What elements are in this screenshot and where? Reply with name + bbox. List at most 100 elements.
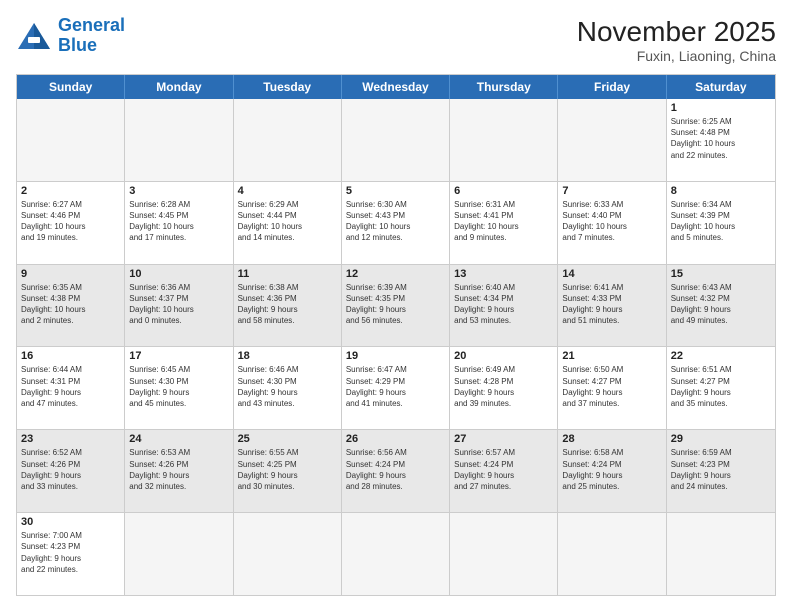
day-number: 1 <box>671 102 771 114</box>
day-number: 19 <box>346 350 445 362</box>
day-info: Sunrise: 6:39 AM Sunset: 4:35 PM Dayligh… <box>346 282 445 327</box>
cal-cell: 15Sunrise: 6:43 AM Sunset: 4:32 PM Dayli… <box>667 265 775 347</box>
cal-cell <box>450 99 558 181</box>
day-number: 20 <box>454 350 553 362</box>
cal-cell <box>558 513 666 595</box>
cal-cell: 25 Sunrise: 6:55 AM Sunset: 4:25 PM Dayli… <box>234 430 342 512</box>
day-number: 14 <box>562 268 661 280</box>
calendar: SundayMondayTuesdayWednesdayThursdayFrid… <box>16 74 776 596</box>
cal-week-2: 9 Sunrise: 6:35 AM Sunset: 4:38 PM Daylig… <box>17 265 775 348</box>
day-number: 16 <box>21 350 120 362</box>
cal-cell: 16 Sunrise: 6:44 AM Sunset: 4:31 PM Dayli… <box>17 347 125 429</box>
cal-cell: 20Sunrise: 6:49 AM Sunset: 4:28 PM Dayli… <box>450 347 558 429</box>
day-info: Sunrise: 6:44 AM Sunset: 4:31 PM Dayligh… <box>21 364 120 409</box>
day-info: Sunrise: 6:47 AM Sunset: 4:29 PM Dayligh… <box>346 364 445 409</box>
logo-icon <box>16 21 52 51</box>
cal-cell: 5 Sunrise: 6:30 AM Sunset: 4:43 PM Daylig… <box>342 182 450 264</box>
cal-week-3: 16 Sunrise: 6:44 AM Sunset: 4:31 PM Dayli… <box>17 347 775 430</box>
day-number: 2 <box>21 185 120 197</box>
cal-cell <box>125 99 233 181</box>
day-info: Sunrise: 6:52 AM Sunset: 4:26 PM Dayligh… <box>21 447 120 492</box>
day-number: 9 <box>21 268 120 280</box>
cal-cell: 10 Sunrise: 6:36 AM Sunset: 4:37 PM Dayli… <box>125 265 233 347</box>
day-info: Sunrise: 6:43 AM Sunset: 4:32 PM Dayligh… <box>671 282 771 327</box>
day-info: Sunrise: 6:30 AM Sunset: 4:43 PM Dayligh… <box>346 199 445 244</box>
day-number: 27 <box>454 433 553 445</box>
cal-cell: 28 Sunrise: 6:58 AM Sunset: 4:24 PM Dayli… <box>558 430 666 512</box>
day-info: Sunrise: 6:34 AM Sunset: 4:39 PM Dayligh… <box>671 199 771 244</box>
cal-cell <box>234 99 342 181</box>
day-number: 10 <box>129 268 228 280</box>
day-number: 21 <box>562 350 661 362</box>
cal-cell: 22Sunrise: 6:51 AM Sunset: 4:27 PM Dayli… <box>667 347 775 429</box>
day-info: Sunrise: 6:33 AM Sunset: 4:40 PM Dayligh… <box>562 199 661 244</box>
day-number: 24 <box>129 433 228 445</box>
day-info: Sunrise: 6:58 AM Sunset: 4:24 PM Dayligh… <box>562 447 661 492</box>
day-number: 28 <box>562 433 661 445</box>
header-day-thursday: Thursday <box>450 75 558 99</box>
calendar-body: 1 Sunrise: 6:25 AM Sunset: 4:48 PM Daylig… <box>17 99 775 595</box>
cal-cell: 23 Sunrise: 6:52 AM Sunset: 4:26 PM Dayli… <box>17 430 125 512</box>
day-number: 4 <box>238 185 337 197</box>
calendar-header: SundayMondayTuesdayWednesdayThursdayFrid… <box>17 75 775 99</box>
day-info: Sunrise: 6:41 AM Sunset: 4:33 PM Dayligh… <box>562 282 661 327</box>
cal-week-5: 30 Sunrise: 7:00 AM Sunset: 4:23 PM Dayli… <box>17 513 775 595</box>
cal-cell <box>450 513 558 595</box>
day-number: 7 <box>562 185 661 197</box>
day-info: Sunrise: 6:46 AM Sunset: 4:30 PM Dayligh… <box>238 364 337 409</box>
day-number: 26 <box>346 433 445 445</box>
title-block: November 2025 Fuxin, Liaoning, China <box>577 16 776 64</box>
header-day-monday: Monday <box>125 75 233 99</box>
day-number: 18 <box>238 350 337 362</box>
day-info: Sunrise: 6:31 AM Sunset: 4:41 PM Dayligh… <box>454 199 553 244</box>
day-info: Sunrise: 6:27 AM Sunset: 4:46 PM Dayligh… <box>21 199 120 244</box>
cal-cell <box>125 513 233 595</box>
day-info: Sunrise: 6:35 AM Sunset: 4:38 PM Dayligh… <box>21 282 120 327</box>
logo-blue: Blue <box>58 35 97 55</box>
day-info: Sunrise: 6:28 AM Sunset: 4:45 PM Dayligh… <box>129 199 228 244</box>
cal-cell: 1 Sunrise: 6:25 AM Sunset: 4:48 PM Daylig… <box>667 99 775 181</box>
day-number: 8 <box>671 185 771 197</box>
day-info: Sunrise: 6:55 AM Sunset: 4:25 PM Dayligh… <box>238 447 337 492</box>
cal-cell <box>342 99 450 181</box>
header-day-wednesday: Wednesday <box>342 75 450 99</box>
day-info: Sunrise: 6:40 AM Sunset: 4:34 PM Dayligh… <box>454 282 553 327</box>
cal-cell: 13Sunrise: 6:40 AM Sunset: 4:34 PM Dayli… <box>450 265 558 347</box>
cal-cell: 3Sunrise: 6:28 AM Sunset: 4:45 PM Daylig… <box>125 182 233 264</box>
day-info: Sunrise: 6:29 AM Sunset: 4:44 PM Dayligh… <box>238 199 337 244</box>
day-number: 30 <box>21 516 120 528</box>
day-number: 25 <box>238 433 337 445</box>
cal-cell: 9 Sunrise: 6:35 AM Sunset: 4:38 PM Daylig… <box>17 265 125 347</box>
cal-cell: 11Sunrise: 6:38 AM Sunset: 4:36 PM Dayli… <box>234 265 342 347</box>
header-day-friday: Friday <box>558 75 666 99</box>
day-info: Sunrise: 6:25 AM Sunset: 4:48 PM Dayligh… <box>671 116 771 161</box>
cal-cell: 19 Sunrise: 6:47 AM Sunset: 4:29 PM Dayli… <box>342 347 450 429</box>
cal-cell: 7 Sunrise: 6:33 AM Sunset: 4:40 PM Daylig… <box>558 182 666 264</box>
cal-cell: 8 Sunrise: 6:34 AM Sunset: 4:39 PM Daylig… <box>667 182 775 264</box>
cal-cell: 4 Sunrise: 6:29 AM Sunset: 4:44 PM Daylig… <box>234 182 342 264</box>
day-info: Sunrise: 6:50 AM Sunset: 4:27 PM Dayligh… <box>562 364 661 409</box>
subtitle: Fuxin, Liaoning, China <box>577 48 776 64</box>
logo-text: General Blue <box>58 16 125 56</box>
cal-cell <box>17 99 125 181</box>
day-info: Sunrise: 6:36 AM Sunset: 4:37 PM Dayligh… <box>129 282 228 327</box>
day-info: Sunrise: 6:56 AM Sunset: 4:24 PM Dayligh… <box>346 447 445 492</box>
cal-cell: 18 Sunrise: 6:46 AM Sunset: 4:30 PM Dayli… <box>234 347 342 429</box>
cal-cell <box>342 513 450 595</box>
day-info: Sunrise: 7:00 AM Sunset: 4:23 PM Dayligh… <box>21 530 120 575</box>
cal-cell: 21 Sunrise: 6:50 AM Sunset: 4:27 PM Dayli… <box>558 347 666 429</box>
day-number: 23 <box>21 433 120 445</box>
cal-week-4: 23 Sunrise: 6:52 AM Sunset: 4:26 PM Dayli… <box>17 430 775 513</box>
cal-cell: 2 Sunrise: 6:27 AM Sunset: 4:46 PM Daylig… <box>17 182 125 264</box>
day-number: 17 <box>129 350 228 362</box>
cal-cell: 17Sunrise: 6:45 AM Sunset: 4:30 PM Dayli… <box>125 347 233 429</box>
day-number: 5 <box>346 185 445 197</box>
cal-cell: 12 Sunrise: 6:39 AM Sunset: 4:35 PM Dayli… <box>342 265 450 347</box>
day-number: 12 <box>346 268 445 280</box>
cal-cell: 30 Sunrise: 7:00 AM Sunset: 4:23 PM Dayli… <box>17 513 125 595</box>
day-number: 6 <box>454 185 553 197</box>
cal-cell: 27Sunrise: 6:57 AM Sunset: 4:24 PM Dayli… <box>450 430 558 512</box>
cal-cell <box>234 513 342 595</box>
day-number: 11 <box>238 268 337 280</box>
cal-cell: 26 Sunrise: 6:56 AM Sunset: 4:24 PM Dayli… <box>342 430 450 512</box>
